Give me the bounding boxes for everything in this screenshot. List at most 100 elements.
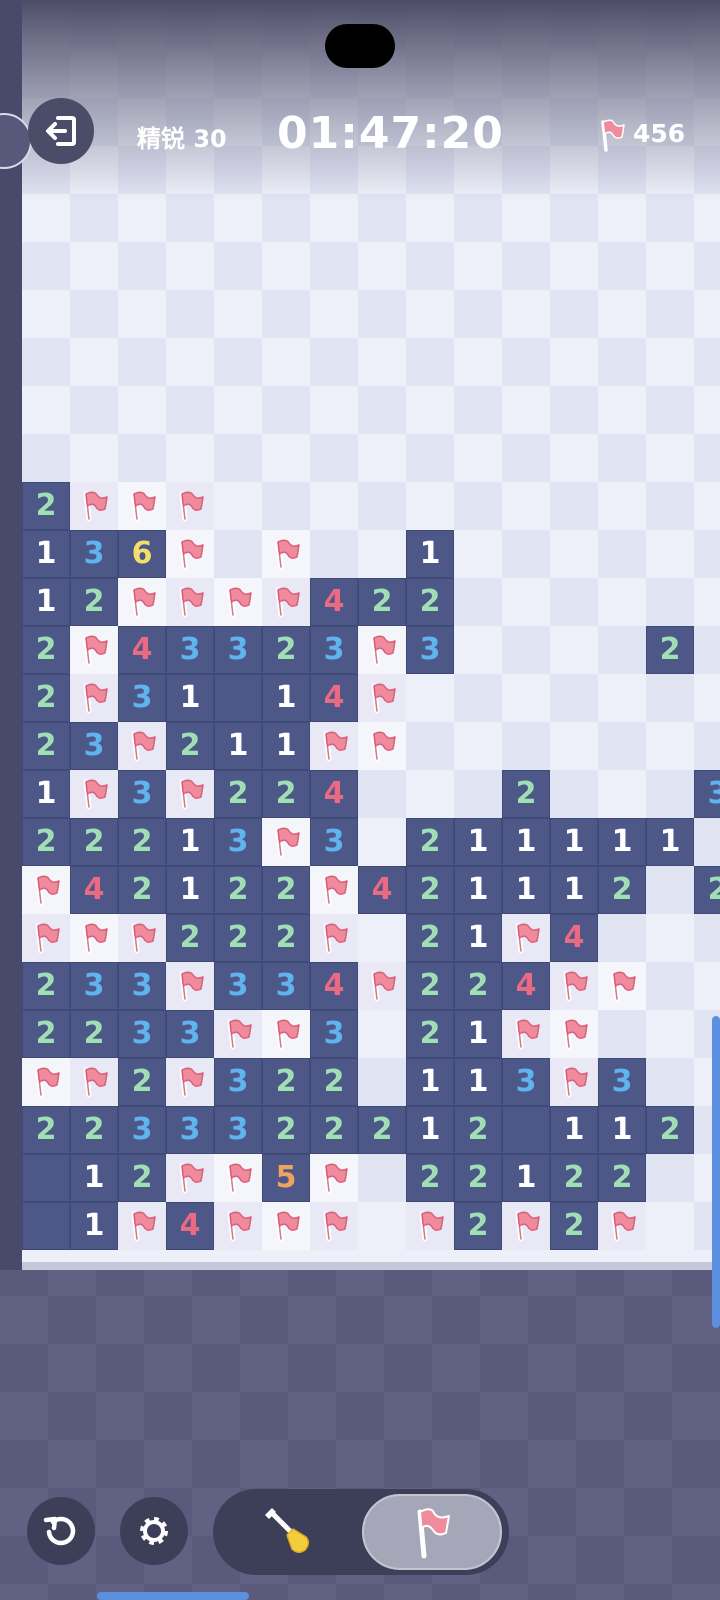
unrevealed-cell[interactable] [406, 722, 454, 770]
unrevealed-cell[interactable] [358, 434, 406, 482]
unrevealed-cell[interactable] [70, 290, 118, 338]
number-cell[interactable]: 2 [214, 914, 262, 962]
unrevealed-cell[interactable] [454, 578, 502, 626]
number-cell[interactable]: 2 [310, 1058, 358, 1106]
number-cell[interactable]: 1 [502, 818, 550, 866]
flagged-cell[interactable] [70, 914, 118, 962]
unrevealed-cell[interactable] [502, 722, 550, 770]
unrevealed-cell[interactable] [358, 1058, 406, 1106]
unrevealed-cell[interactable] [646, 338, 694, 386]
unrevealed-cell[interactable] [358, 386, 406, 434]
unrevealed-cell[interactable] [598, 290, 646, 338]
unrevealed-cell[interactable] [646, 1058, 694, 1106]
number-cell[interactable]: 2 [694, 866, 720, 914]
unrevealed-cell[interactable] [358, 290, 406, 338]
unrevealed-cell[interactable] [406, 338, 454, 386]
unrevealed-cell[interactable] [214, 386, 262, 434]
unrevealed-cell[interactable] [550, 770, 598, 818]
flagged-cell[interactable] [22, 866, 70, 914]
number-cell[interactable]: 4 [310, 770, 358, 818]
unrevealed-cell[interactable] [214, 242, 262, 290]
flagged-cell[interactable] [70, 770, 118, 818]
unrevealed-cell[interactable] [454, 386, 502, 434]
unrevealed-cell[interactable] [166, 242, 214, 290]
unrevealed-cell[interactable] [406, 290, 454, 338]
unrevealed-cell[interactable] [550, 626, 598, 674]
unrevealed-cell[interactable] [694, 338, 720, 386]
flagged-cell[interactable] [118, 578, 166, 626]
number-cell[interactable]: 2 [70, 1010, 118, 1058]
flagged-cell[interactable] [214, 1202, 262, 1250]
unrevealed-cell[interactable] [550, 722, 598, 770]
number-cell[interactable]: 2 [70, 1106, 118, 1154]
unrevealed-cell[interactable] [694, 722, 720, 770]
flagged-cell[interactable] [598, 1202, 646, 1250]
unrevealed-cell[interactable] [694, 818, 720, 866]
unrevealed-cell[interactable] [406, 242, 454, 290]
number-cell[interactable]: 2 [406, 962, 454, 1010]
flagged-cell[interactable] [118, 722, 166, 770]
unrevealed-cell[interactable] [310, 530, 358, 578]
unrevealed-cell[interactable] [502, 530, 550, 578]
number-cell[interactable]: 1 [406, 530, 454, 578]
unrevealed-cell[interactable] [406, 194, 454, 242]
number-cell[interactable]: 2 [166, 722, 214, 770]
unrevealed-cell[interactable] [166, 194, 214, 242]
number-cell[interactable]: 2 [166, 914, 214, 962]
flagged-cell[interactable] [358, 722, 406, 770]
unrevealed-cell[interactable] [694, 674, 720, 722]
number-cell[interactable]: 2 [22, 482, 70, 530]
unrevealed-cell[interactable] [646, 290, 694, 338]
number-cell[interactable]: 2 [454, 1202, 502, 1250]
flagged-cell[interactable] [550, 1010, 598, 1058]
unrevealed-cell[interactable] [646, 434, 694, 482]
unrevealed-cell[interactable] [118, 434, 166, 482]
unrevealed-cell[interactable] [646, 674, 694, 722]
number-cell[interactable]: 3 [214, 818, 262, 866]
number-cell[interactable]: 1 [502, 866, 550, 914]
number-cell[interactable]: 2 [214, 770, 262, 818]
unrevealed-cell[interactable] [454, 290, 502, 338]
number-cell[interactable]: 4 [310, 674, 358, 722]
unrevealed-cell[interactable] [694, 962, 720, 1010]
unrevealed-cell[interactable] [454, 194, 502, 242]
number-cell[interactable]: 1 [454, 914, 502, 962]
unrevealed-cell[interactable] [358, 530, 406, 578]
unrevealed-cell[interactable] [358, 914, 406, 962]
number-cell[interactable]: 1 [262, 674, 310, 722]
number-cell[interactable]: 4 [358, 866, 406, 914]
unrevealed-cell[interactable] [358, 194, 406, 242]
unrevealed-cell[interactable] [70, 338, 118, 386]
unrevealed-cell[interactable] [598, 530, 646, 578]
number-cell[interactable]: 2 [118, 1058, 166, 1106]
number-cell[interactable]: 5 [262, 1154, 310, 1202]
unrevealed-cell[interactable] [70, 386, 118, 434]
unrevealed-cell[interactable] [694, 194, 720, 242]
flagged-cell[interactable] [70, 1058, 118, 1106]
number-cell[interactable]: 1 [166, 674, 214, 722]
unrevealed-cell[interactable] [310, 482, 358, 530]
unrevealed-cell[interactable] [646, 386, 694, 434]
number-cell[interactable]: 3 [694, 770, 720, 818]
flagged-cell[interactable] [262, 530, 310, 578]
flagged-cell[interactable] [214, 1010, 262, 1058]
mode-toggle[interactable] [213, 1489, 509, 1575]
flagged-cell[interactable] [214, 1154, 262, 1202]
unrevealed-cell[interactable] [598, 482, 646, 530]
number-cell[interactable]: 3 [406, 626, 454, 674]
number-cell[interactable]: 2 [646, 1106, 694, 1154]
flagged-cell[interactable] [22, 1058, 70, 1106]
unrevealed-cell[interactable] [358, 1010, 406, 1058]
unrevealed-cell[interactable] [166, 338, 214, 386]
flagged-cell[interactable] [262, 578, 310, 626]
unrevealed-cell[interactable] [598, 914, 646, 962]
unrevealed-cell[interactable] [310, 290, 358, 338]
number-cell[interactable]: 3 [310, 626, 358, 674]
unrevealed-cell[interactable] [358, 242, 406, 290]
number-cell[interactable]: 2 [262, 1058, 310, 1106]
number-cell[interactable]: 3 [214, 1106, 262, 1154]
number-cell[interactable]: 2 [550, 1202, 598, 1250]
unrevealed-cell[interactable] [454, 770, 502, 818]
number-cell[interactable]: 1 [646, 818, 694, 866]
unrevealed-cell[interactable] [646, 1154, 694, 1202]
